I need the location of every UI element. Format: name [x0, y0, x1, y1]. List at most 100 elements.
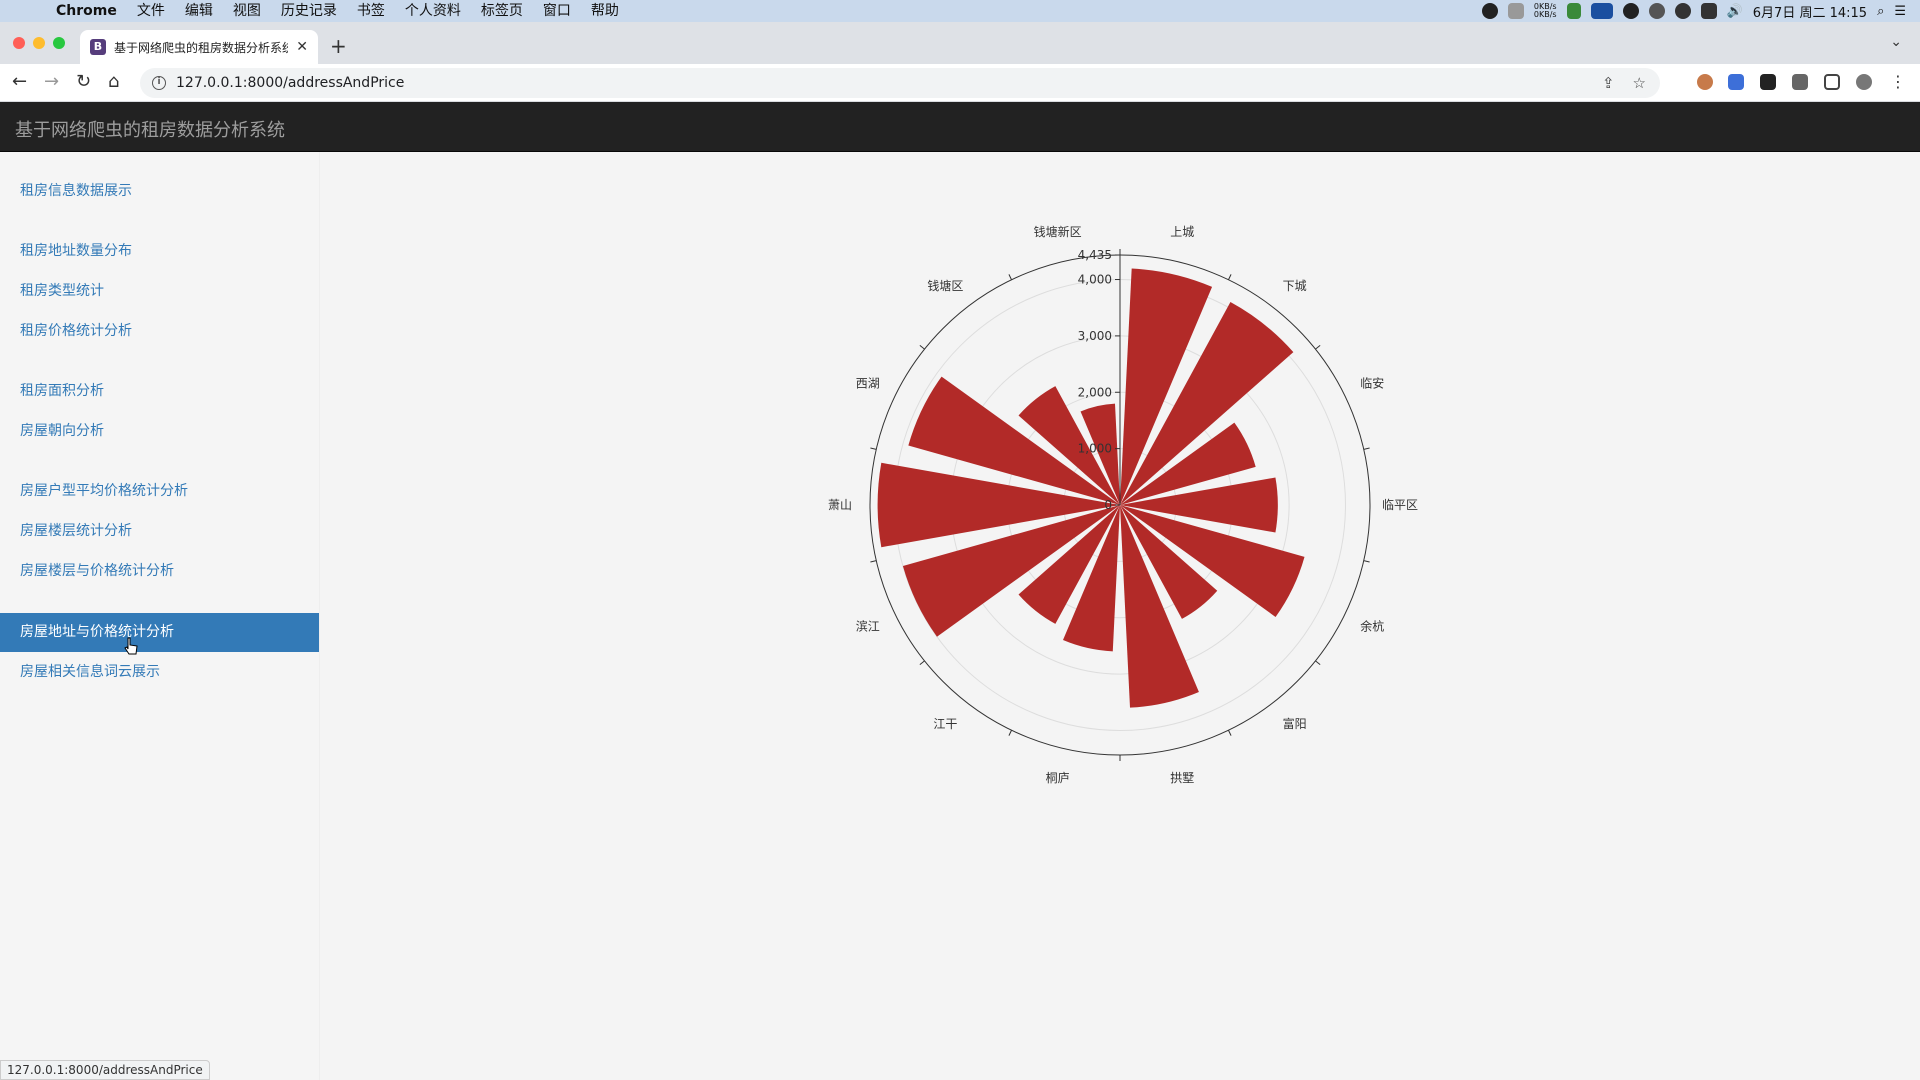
sidebar-item-address-price[interactable]: 房屋地址与价格统计分析 [0, 613, 319, 652]
net-down: 0KB/s [1533, 10, 1557, 19]
address-bar[interactable]: i 127.0.0.1:8000/addressAndPrice ⇪ ☆ [140, 68, 1660, 98]
menu-edit[interactable]: 编辑 [175, 0, 223, 22]
category-label-临安: 临安 [1360, 376, 1384, 391]
browser-toolbar: ← → ↻ ⌂ i 127.0.0.1:8000/addressAndPrice… [0, 64, 1920, 102]
status-bar-url: 127.0.0.1:8000/addressAndPrice [0, 1060, 210, 1080]
menu-history[interactable]: 历史记录 [271, 0, 347, 22]
menu-tabs[interactable]: 标签页 [471, 0, 533, 22]
apple-icon[interactable] [20, 3, 36, 19]
angle-tick-2 [1315, 344, 1321, 350]
menu-bar-tray: 0KB/s 0KB/s 🔊 6月7日 周二 14:15 ⌕ ☰ [1481, 2, 1920, 21]
polar-bar-chart[interactable]: 上城下城临安临平区余杭富阳拱墅 桐庐 江干 滨江 萧山 西湖 钱塘区 钱塘新区 0 1,000 2,… [320, 152, 1920, 1080]
app-navbar: 基于网络爬虫的租房数据分析系统 [0, 102, 1920, 152]
new-tab-button[interactable]: + [330, 34, 347, 58]
angle-tick-11 [870, 447, 877, 450]
extensions-puzzle-icon[interactable] [1792, 74, 1808, 90]
tab-close-icon[interactable]: ✕ [296, 39, 308, 55]
browser-tab[interactable]: B 基于网络爬虫的租房数据分析系统 ✕ [80, 30, 318, 64]
radius-tick-label-2: 2,000 [1078, 385, 1112, 399]
home-icon[interactable]: ⌂ [108, 72, 119, 92]
reload-icon[interactable]: ↻ [76, 72, 91, 92]
sidebar-item-layout-price[interactable]: 房屋户型平均价格统计分析 [0, 472, 319, 511]
angle-tick-12 [919, 344, 925, 350]
macos-menu-bar: Chrome 文件 编辑 视图 历史记录 书签 个人资料 标签页 窗口 帮助 0… [0, 0, 1920, 22]
menu-bookmarks[interactable]: 书签 [347, 0, 395, 22]
volume-icon[interactable]: 🔊 [1727, 4, 1743, 19]
close-window-button[interactable] [13, 37, 25, 49]
category-label-富阳: 富阳 [1283, 716, 1307, 731]
back-arrow-icon[interactable]: ← [12, 72, 27, 92]
category-label-滨江: 滨江 [856, 618, 880, 633]
mountain-icon[interactable] [1590, 3, 1613, 19]
radius-tick-label-5: 4,435 [1078, 248, 1112, 262]
chat-icon[interactable] [1648, 3, 1665, 19]
sidebar-item-orientation[interactable]: 房屋朝向分析 [0, 412, 319, 451]
url-text[interactable]: 127.0.0.1:8000/addressAndPrice [176, 75, 404, 91]
control-center-icon[interactable]: ☰ [1894, 4, 1906, 19]
main-content: 上城 下城 临安 临平区 余杭 富阳 拱墅 桐庐 江干 滨江 萧山 西湖 钱塘区 钱塘新区 0 1,000 2,… [320, 152, 1920, 1080]
angle-tick-13 [1008, 274, 1012, 280]
extension-tab-icon[interactable] [1760, 74, 1776, 90]
app-brand-title[interactable]: 基于网络爬虫的租房数据分析系统 [15, 116, 285, 142]
profile-avatar-icon[interactable] [1856, 74, 1872, 90]
sidebar: 租房信息数据展示 租房地址数量分布 租房类型统计 租房价格统计分析 租房面积分析… [0, 152, 320, 1080]
extension-layers-icon[interactable] [1728, 74, 1744, 90]
cat-icon[interactable] [1507, 3, 1524, 19]
bar-萧山 [877, 462, 1120, 548]
menu-help[interactable]: 帮助 [581, 0, 629, 22]
share-icon[interactable]: ⇪ [1602, 74, 1615, 92]
menu-profile[interactable]: 个人资料 [395, 0, 471, 22]
angle-tick-1 [1228, 274, 1232, 280]
spotlight-icon[interactable]: ⌕ [1877, 4, 1884, 19]
sidebar-item-rental-data[interactable]: 租房信息数据展示 [0, 172, 319, 211]
sidebar-item-floor-price[interactable]: 房屋楼层与价格统计分析 [0, 552, 319, 591]
tab-title: 基于网络爬虫的租房数据分析系统 [114, 40, 289, 55]
sidebar-item-area-analysis[interactable]: 租房面积分析 [0, 372, 319, 411]
wechat-icon[interactable] [1674, 3, 1691, 19]
extension-avatar-icon[interactable] [1697, 74, 1713, 90]
sidebar-item-wordcloud[interactable]: 房屋相关信息词云展示 [0, 653, 319, 692]
category-label-临平区: 临平区 [1382, 498, 1418, 512]
category-label-上城: 上城 [1170, 225, 1194, 239]
hand-cursor-icon [124, 637, 138, 655]
angle-tick-10 [870, 560, 877, 563]
side-panel-icon[interactable] [1824, 74, 1840, 90]
category-label-余杭: 余杭 [1360, 618, 1384, 633]
signal-icon[interactable] [1566, 3, 1581, 19]
angle-tick-5 [1315, 660, 1321, 666]
menu-view[interactable]: 视图 [223, 0, 271, 22]
bar-临平区 [1120, 477, 1278, 533]
sidebar-item-price-stats[interactable]: 租房价格统计分析 [0, 312, 319, 351]
menu-file[interactable]: 文件 [127, 0, 175, 22]
datetime[interactable]: 6月7日 周二 14:15 [1753, 2, 1867, 21]
network-speed: 0KB/s 0KB/s [1534, 3, 1557, 19]
forward-arrow-icon[interactable]: → [44, 72, 59, 92]
menu-kebab-icon[interactable]: ⋮ [1890, 72, 1906, 92]
angle-tick-3 [1363, 447, 1370, 450]
menu-app-name[interactable]: Chrome [48, 0, 127, 22]
sync-icon[interactable] [1622, 3, 1639, 19]
bookmark-star-icon[interactable]: ☆ [1633, 74, 1646, 92]
zoom-window-button[interactable] [53, 37, 65, 49]
input-method-icon[interactable] [1700, 3, 1717, 19]
sidebar-item-type-stats[interactable]: 租房类型统计 [0, 272, 319, 311]
angle-tick-9 [919, 660, 925, 666]
menu-window[interactable]: 窗口 [533, 0, 581, 22]
category-label-西湖: 西湖 [856, 376, 880, 391]
sidebar-item-address-count[interactable]: 租房地址数量分布 [0, 232, 319, 271]
tab-search-chevron-icon[interactable]: ⌄ [1890, 34, 1902, 50]
radius-tick-label-3: 3,000 [1078, 329, 1112, 343]
tab-strip: B 基于网络爬虫的租房数据分析系统 ✕ + ⌄ [0, 22, 1920, 64]
radius-tick-label-4: 4,000 [1078, 273, 1112, 287]
angle-tick-4 [1363, 560, 1370, 563]
category-label-桐庐: 桐庐 [1046, 770, 1070, 785]
site-info-icon[interactable]: i [152, 76, 166, 90]
minimize-window-button[interactable] [33, 37, 45, 49]
record-icon[interactable] [1481, 3, 1498, 19]
category-label-萧山: 萧山 [828, 498, 852, 512]
bootstrap-favicon-icon: B [90, 39, 106, 55]
category-label-钱塘区: 钱塘区 [927, 278, 963, 293]
sidebar-item-floor-stats[interactable]: 房屋楼层统计分析 [0, 512, 319, 551]
radius-tick-label-0: 0 [1104, 498, 1112, 512]
angle-tick-8 [1008, 730, 1012, 736]
